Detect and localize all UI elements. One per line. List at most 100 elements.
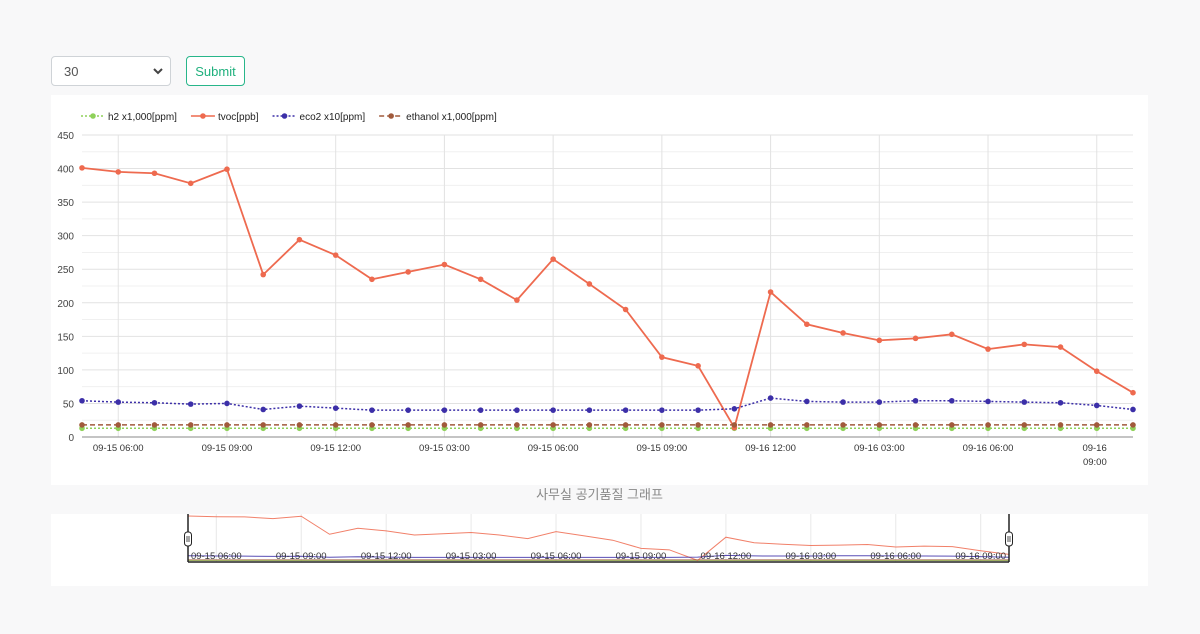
data-point-ethanol[interactable] [622,422,629,428]
nav-handle-right[interactable] [1005,514,1013,562]
legend-item-h2[interactable]: h2 x1,000[ppm] [81,112,177,123]
data-point-eco2[interactable] [985,398,991,405]
nav-handle-grip[interactable] [1005,531,1013,547]
data-point-tvoc[interactable] [912,335,919,342]
data-point-ethanol[interactable] [985,422,991,428]
data-point-tvoc[interactable] [659,354,665,360]
data-point-tvoc[interactable] [477,276,484,283]
data-point-eco2[interactable] [550,407,556,413]
data-point-tvoc[interactable] [586,281,593,287]
submit-button[interactable]: Submit [186,56,245,86]
data-point-eco2[interactable] [115,399,122,405]
data-point-tvoc[interactable] [1021,341,1028,348]
data-point-eco2[interactable] [405,407,411,413]
data-point-ethanol[interactable] [151,422,158,428]
data-point-ethanol[interactable] [296,422,303,428]
data-point-tvoc[interactable] [840,330,846,336]
data-point-eco2[interactable] [369,407,375,413]
data-point-eco2[interactable] [912,397,919,404]
range-select[interactable]: 30 [51,56,171,86]
data-point-tvoc[interactable] [260,271,267,278]
data-point-eco2[interactable] [804,398,810,405]
data-point-tvoc[interactable] [514,297,520,303]
data-point-tvoc[interactable] [369,276,375,283]
data-point-ethanol[interactable] [1130,422,1136,428]
data-point-tvoc[interactable] [804,321,810,328]
data-point-ethanol[interactable] [332,422,339,428]
data-point-tvoc[interactable] [876,337,883,344]
data-point-tvoc[interactable] [622,306,629,313]
data-point-tvoc[interactable] [332,252,339,258]
data-point-eco2[interactable] [1021,399,1028,405]
data-point-tvoc[interactable] [1093,368,1100,375]
data-point-tvoc[interactable] [985,346,991,352]
data-point-eco2[interactable] [1130,406,1136,413]
data-point-eco2[interactable] [224,400,230,407]
data-point-tvoc[interactable] [1057,344,1064,350]
data-point-ethanol[interactable] [840,422,846,428]
data-point-tvoc[interactable] [224,166,230,173]
data-point-tvoc[interactable] [441,261,448,268]
data-point-tvoc[interactable] [296,236,303,243]
data-point-ethanol[interactable] [912,422,919,428]
data-point-eco2[interactable] [260,406,267,413]
data-point-tvoc[interactable] [948,331,955,338]
data-point-eco2[interactable] [441,407,448,413]
data-point-tvoc[interactable] [695,363,701,369]
data-point-eco2[interactable] [876,399,883,405]
nav-tick-label: 09-15 03:00 [446,551,497,562]
data-point-tvoc[interactable] [405,269,411,275]
data-point-eco2[interactable] [659,407,665,413]
legend-item-eco2[interactable]: eco2 x10[ppm] [272,112,366,123]
legend-item-tvoc[interactable]: tvoc[ppb] [190,112,259,123]
data-point-ethanol[interactable] [586,422,593,428]
data-point-ethanol[interactable] [187,422,194,428]
data-point-ethanol[interactable] [695,422,701,428]
data-point-eco2[interactable] [767,395,774,401]
data-point-tvoc[interactable] [151,170,158,177]
data-point-eco2[interactable] [296,403,303,409]
data-point-eco2[interactable] [332,405,339,411]
data-point-eco2[interactable] [187,401,194,407]
data-point-ethanol[interactable] [876,422,883,428]
data-point-ethanol[interactable] [369,422,375,428]
data-point-eco2[interactable] [948,397,955,404]
data-point-tvoc[interactable] [187,180,194,187]
data-point-ethanol[interactable] [550,422,556,428]
data-point-eco2[interactable] [477,407,484,413]
data-point-eco2[interactable] [1093,402,1100,409]
data-point-eco2[interactable] [622,407,629,413]
data-point-ethanol[interactable] [659,422,665,428]
nav-handle-grip[interactable] [184,531,192,547]
data-point-eco2[interactable] [79,397,85,404]
data-point-ethanol[interactable] [1057,422,1064,428]
data-point-tvoc[interactable] [767,289,774,295]
data-point-eco2[interactable] [1057,399,1064,406]
data-point-eco2[interactable] [731,406,738,412]
data-point-ethanol[interactable] [405,422,411,428]
data-point-tvoc[interactable] [1130,389,1136,396]
data-point-eco2[interactable] [151,399,158,406]
data-point-ethanol[interactable] [115,422,122,428]
data-point-ethanol[interactable] [804,422,810,428]
legend-item-ethanol[interactable]: ethanol x1,000[ppm] [379,112,497,123]
data-point-ethanol[interactable] [260,422,267,428]
data-point-ethanol[interactable] [224,422,230,428]
data-point-ethanol[interactable] [767,422,774,428]
data-point-ethanol[interactable] [477,422,484,428]
data-point-ethanol[interactable] [731,422,738,428]
data-point-eco2[interactable] [514,407,520,413]
data-point-ethanol[interactable] [514,422,520,428]
data-point-tvoc[interactable] [550,256,556,262]
data-point-tvoc[interactable] [79,165,85,171]
data-point-tvoc[interactable] [115,169,122,175]
data-point-eco2[interactable] [840,399,846,405]
data-point-ethanol[interactable] [948,422,955,428]
data-point-eco2[interactable] [695,407,701,413]
range-navigator[interactable]: 09-15 06:00 09-15 09:00 09-15 12:00 09-15 0… [51,514,1148,586]
data-point-ethanol[interactable] [79,422,85,428]
data-point-eco2[interactable] [586,407,593,413]
data-point-ethanol[interactable] [1093,422,1100,428]
data-point-ethanol[interactable] [1021,422,1028,428]
data-point-ethanol[interactable] [441,422,448,428]
